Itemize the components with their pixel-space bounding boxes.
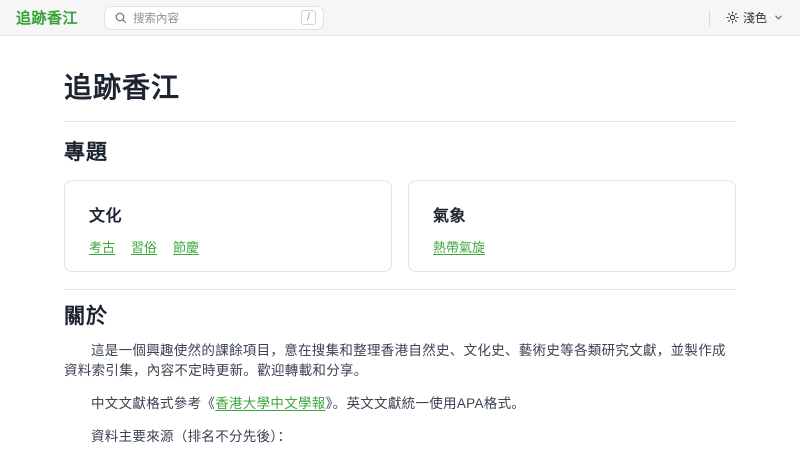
navbar-right: 淺色 bbox=[709, 9, 784, 26]
site-logo[interactable]: 追跡香江 bbox=[16, 7, 78, 28]
paragraph-text: 》。英文文獻統一使用APA格式。 bbox=[326, 396, 526, 411]
card-meteorology: 氣象 熱帶氣旋 bbox=[408, 180, 736, 272]
card-links: 考古 習俗 節慶 bbox=[89, 237, 367, 256]
divider bbox=[709, 10, 710, 26]
about-paragraph-1: 這是一個興趣使然的課餘項目，意在搜集和整理香港自然史、文化史、藝術史等各類研究文… bbox=[64, 341, 736, 381]
paragraph-text: 中文文獻格式參考《 bbox=[91, 396, 215, 411]
theme-label: 淺色 bbox=[743, 9, 767, 26]
about-heading: 關於 bbox=[64, 289, 736, 330]
link-festivals[interactable]: 節慶 bbox=[173, 237, 199, 256]
card-culture: 文化 考古 習俗 節慶 bbox=[64, 180, 392, 272]
search-input[interactable]: 搜索內容 / bbox=[104, 6, 324, 30]
about-paragraph-2: 中文文獻格式參考《香港大學中文學報》。英文文獻統一使用APA格式。 bbox=[64, 394, 736, 414]
page-title: 追跡香江 bbox=[64, 66, 736, 106]
theme-switcher[interactable]: 淺色 bbox=[726, 9, 784, 26]
link-archaeology[interactable]: 考古 bbox=[89, 237, 115, 256]
card-title: 文化 bbox=[89, 202, 367, 226]
about-paragraph-3: 資料主要來源（排名不分先後）： bbox=[64, 427, 736, 447]
main-content: 追跡香江 專題 文化 考古 習俗 節慶 氣象 熱帶氣旋 關於 這是一個興趣使然的… bbox=[0, 66, 800, 447]
topic-cards: 文化 考古 習俗 節慶 氣象 熱帶氣旋 bbox=[64, 180, 736, 272]
topics-heading: 專題 bbox=[64, 121, 736, 166]
card-links: 熱帶氣旋 bbox=[433, 237, 711, 256]
chevron-down-icon bbox=[773, 12, 784, 23]
navbar: 追跡香江 搜索內容 / 淺色 bbox=[0, 0, 800, 36]
card-title: 氣象 bbox=[433, 202, 711, 226]
search-placeholder: 搜索內容 bbox=[133, 10, 301, 26]
link-hku-chinese-journal[interactable]: 香港大學中文學報 bbox=[215, 396, 325, 411]
link-customs[interactable]: 習俗 bbox=[131, 237, 157, 256]
link-tropical-cyclone[interactable]: 熱帶氣旋 bbox=[433, 237, 485, 256]
search-shortcut-key: / bbox=[301, 10, 316, 25]
sun-icon bbox=[726, 11, 739, 24]
search-icon bbox=[114, 11, 127, 24]
about-section: 這是一個興趣使然的課餘項目，意在搜集和整理香港自然史、文化史、藝術史等各類研究文… bbox=[64, 341, 736, 447]
